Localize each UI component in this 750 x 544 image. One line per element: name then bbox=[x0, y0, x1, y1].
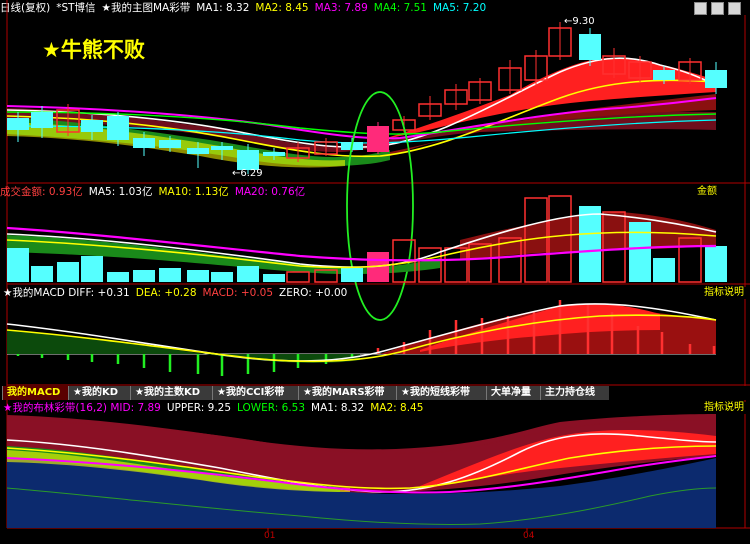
candle-body bbox=[579, 34, 601, 60]
boll-mid: ★我的布林彩带(16,2) MID: 7.89 bbox=[3, 402, 161, 414]
macd-dea: DEA: +0.28 bbox=[135, 287, 197, 299]
boll-ma1: MA1: 8.32 bbox=[311, 402, 365, 414]
volume-header: 成交金额: 0.93亿 MA5: 1.03亿 MA10: 1.13亿 MA20: 0.… bbox=[0, 185, 311, 199]
volume-bar bbox=[237, 266, 259, 282]
volume-bar bbox=[579, 206, 601, 282]
volume-bar bbox=[107, 272, 129, 282]
volume-bar bbox=[286, 271, 310, 283]
candle-body bbox=[187, 148, 209, 154]
low-price-value: 6.29 bbox=[240, 168, 263, 179]
low-price-label: ←6.29 bbox=[232, 168, 263, 179]
candle-body bbox=[211, 146, 233, 150]
boll-header: ★我的布林彩带(16,2) MID: 7.89 UPPER: 9.25 LOWER:… bbox=[3, 401, 429, 415]
volume-bar bbox=[133, 270, 155, 282]
boll-help-button[interactable]: 指标说明 bbox=[701, 402, 747, 414]
candle-body bbox=[705, 70, 727, 88]
volume-ma20: MA20: 0.76亿 bbox=[234, 186, 306, 198]
tab-main-position[interactable]: 主力持仓线 bbox=[540, 386, 609, 400]
volume-bar bbox=[341, 268, 363, 282]
high-price-label: ←9.30 bbox=[564, 16, 595, 27]
overlay-text: ★牛熊不败 bbox=[42, 38, 145, 62]
volume-ma5: MA5: 1.03亿 bbox=[88, 186, 153, 198]
macd-zero: ZERO: +0.00 bbox=[279, 287, 348, 299]
boll-upper: UPPER: 9.25 bbox=[166, 402, 232, 414]
volume-bar bbox=[211, 272, 233, 282]
candle-body bbox=[367, 126, 389, 152]
candle-body bbox=[159, 140, 181, 148]
volume-bar bbox=[653, 258, 675, 282]
volume-bar bbox=[31, 266, 53, 282]
tab-big-order[interactable]: 大单净量 bbox=[486, 386, 543, 400]
candle-body bbox=[81, 120, 103, 132]
boll-lower: LOWER: 6.53 bbox=[237, 402, 306, 414]
volume-amount: 成交金额: 0.93亿 bbox=[0, 186, 83, 198]
candle-body bbox=[653, 70, 675, 80]
candle-body bbox=[237, 150, 259, 170]
candle-body bbox=[263, 152, 285, 156]
candle-body bbox=[7, 118, 29, 130]
high-price-value: 9.30 bbox=[572, 16, 595, 27]
macd-diff: ★我的MACD DIFF: +0.31 bbox=[3, 287, 130, 299]
volume-bar bbox=[629, 222, 651, 282]
volume-bar bbox=[7, 248, 29, 282]
volume-bar bbox=[81, 256, 103, 282]
tab-my-cci[interactable]: ★我的CCI彩带 bbox=[212, 386, 301, 400]
volume-bar bbox=[159, 268, 181, 282]
volume-bar bbox=[187, 270, 209, 282]
tab-my-mars[interactable]: ★我的MARS彩带 bbox=[298, 386, 397, 400]
volume-bar bbox=[705, 246, 727, 282]
kline-chart bbox=[6, 0, 750, 532]
volume-ma10: MA10: 1.13亿 bbox=[158, 186, 229, 198]
indicator-tabbar: 我的MACD ★我的KD ★我的主数KD ★我的CCI彩带 ★我的MARS彩带 … bbox=[0, 386, 750, 400]
tab-my-kd[interactable]: ★我的KD bbox=[68, 386, 133, 400]
candle-body bbox=[31, 112, 53, 128]
boll-ma2: MA2: 8.45 bbox=[370, 402, 424, 414]
volume-bar bbox=[263, 274, 285, 282]
tab-my-macd[interactable]: 我的MACD bbox=[2, 386, 71, 400]
candle-body bbox=[107, 116, 129, 140]
x-tick-04: 04 bbox=[523, 531, 535, 541]
macd-header: ★我的MACD DIFF: +0.31 DEA: +0.28 MACD: +0.05… bbox=[3, 286, 353, 300]
candle-body bbox=[133, 138, 155, 148]
volume-amount-button[interactable]: 金额 bbox=[694, 186, 720, 198]
macd-value: MACD: +0.05 bbox=[202, 287, 274, 299]
tab-my-main-kd[interactable]: ★我的主数KD bbox=[130, 386, 215, 400]
macd-help-button[interactable]: 指标说明 bbox=[701, 287, 747, 299]
volume-bar bbox=[57, 262, 79, 282]
tab-my-short[interactable]: ★我的短线彩带 bbox=[396, 386, 489, 400]
x-tick-01: 01 bbox=[264, 531, 276, 541]
